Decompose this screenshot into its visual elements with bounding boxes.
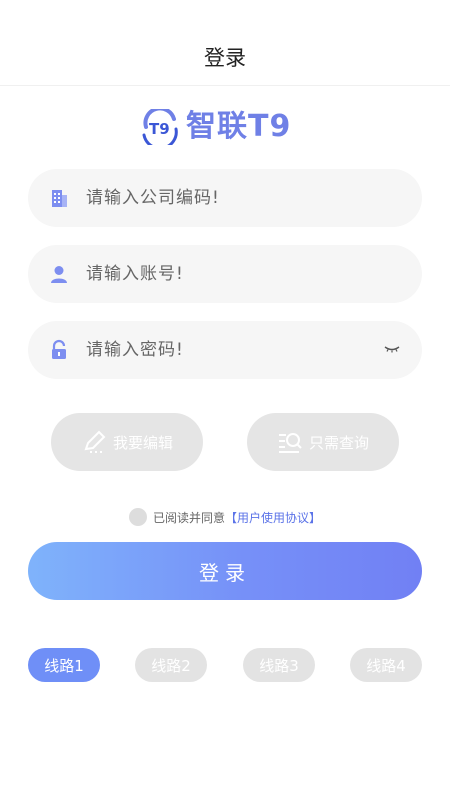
company-code-field[interactable] (28, 169, 422, 227)
agreement-row: 已阅读并同意 【用户使用协议】 (0, 506, 450, 528)
page-title: 登录 (204, 46, 246, 70)
edit-mode-button[interactable]: 我要编辑 (51, 413, 203, 471)
agreement-text: 已阅读并同意 (152, 510, 225, 525)
logo: T9 智联T9 (140, 106, 312, 148)
line-2-button[interactable]: 线路2 (135, 648, 207, 682)
pencil-icon (84, 430, 106, 453)
user-icon (51, 266, 67, 283)
search-list-icon (278, 433, 302, 453)
building-icon (52, 190, 67, 207)
agreement-radio[interactable] (128, 508, 147, 526)
lock-icon (52, 339, 66, 359)
eye-closed-icon[interactable] (384, 341, 400, 357)
edit-mode-label: 我要编辑 (112, 433, 173, 452)
line-4-button[interactable]: 线路4 (350, 648, 422, 682)
password-input[interactable] (86, 321, 386, 379)
brand-name: 智联T9 (186, 109, 292, 144)
login-button[interactable]: 登录 (28, 542, 422, 600)
account-input[interactable] (86, 245, 386, 303)
query-mode-button[interactable]: 只需查询 (247, 413, 399, 471)
line-1-button[interactable]: 线路1 (28, 648, 100, 682)
header-bar: 登录 (0, 0, 450, 86)
agreement-link[interactable]: 【用户使用协议】 (225, 509, 321, 526)
svg-text:T9: T9 (149, 120, 170, 138)
account-field[interactable] (28, 245, 422, 303)
line-3-button[interactable]: 线路3 (243, 648, 315, 682)
password-field[interactable] (28, 321, 422, 379)
query-mode-label: 只需查询 (308, 433, 369, 452)
company-code-input[interactable] (86, 169, 386, 227)
t9-logo-icon: T9 (142, 109, 178, 145)
